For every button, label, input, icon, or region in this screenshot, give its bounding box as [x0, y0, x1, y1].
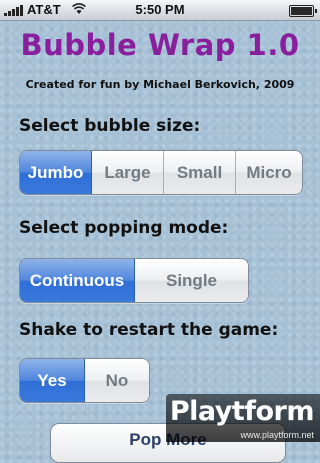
shake-no[interactable]: No: [85, 359, 149, 402]
bubble-size-control: Jumbo Large Small Micro: [19, 150, 303, 195]
popping-mode-continuous[interactable]: Continuous: [20, 259, 135, 302]
watermark-url: www.playtform.net: [240, 430, 314, 440]
bubble-size-large[interactable]: Large: [92, 151, 164, 194]
popping-mode-control: Continuous Single: [19, 258, 249, 303]
popping-mode-single[interactable]: Single: [135, 259, 248, 302]
bubble-size-jumbo[interactable]: Jumbo: [20, 151, 92, 194]
bubble-size-label: Select bubble size:: [19, 116, 201, 136]
battery-icon: [289, 5, 317, 17]
bubble-size-micro[interactable]: Micro: [236, 151, 302, 194]
shake-control: Yes No: [19, 358, 150, 403]
watermark: Playtform www.playtform.net: [166, 394, 320, 442]
status-time: 5:50 PM: [135, 2, 185, 17]
bubble-size-small[interactable]: Small: [164, 151, 236, 194]
app-credit: Created for fun by Michael Berkovich, 20…: [25, 78, 295, 91]
status-bar: AT&T 5:50 PM: [0, 0, 320, 21]
shake-yes[interactable]: Yes: [20, 359, 85, 402]
shake-label: Shake to restart the game:: [19, 320, 279, 340]
watermark-logo: Playtform: [169, 396, 315, 427]
popping-mode-label: Select popping mode:: [19, 218, 229, 238]
app-title: Bubble Wrap 1.0: [20, 28, 300, 62]
